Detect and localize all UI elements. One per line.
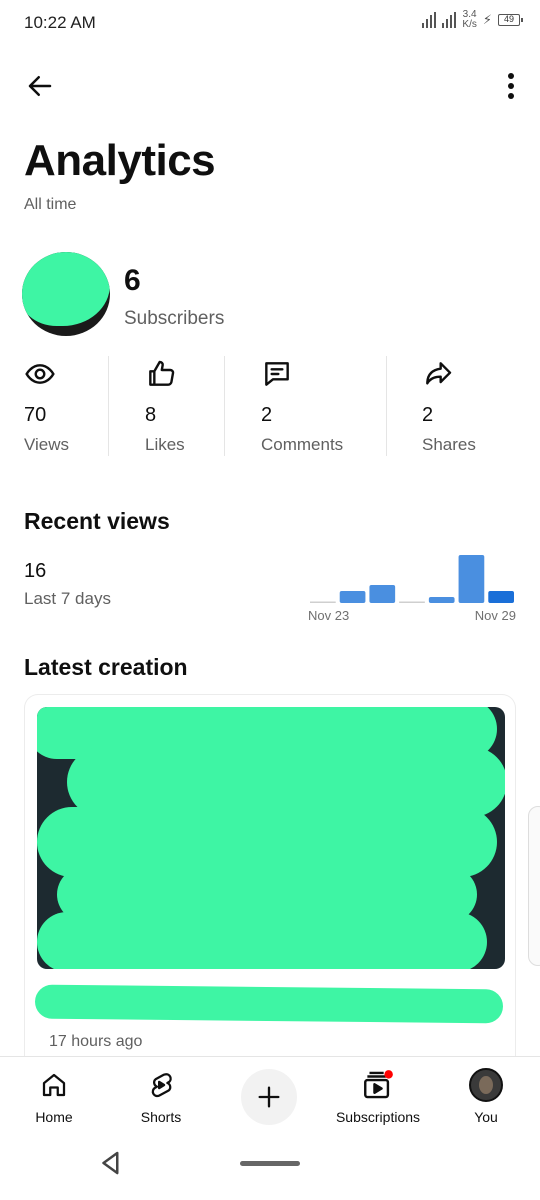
subscriber-label: Subscribers [124, 308, 225, 329]
divider [386, 356, 387, 456]
chart-tick-label-start: Nov 23 [308, 608, 349, 623]
channel-avatar [22, 252, 110, 336]
top-app-bar [0, 60, 540, 110]
signal-icon [422, 12, 437, 28]
recent-views-period: Last 7 days [24, 589, 111, 608]
redaction-scribble [22, 252, 110, 326]
nav-subscriptions[interactable]: Subscriptions [328, 1063, 428, 1127]
latest-creation-card[interactable]: 17 hours ago [24, 694, 516, 1074]
status-bar: 10:22 AM 3.4 K/s ⚡ 49 [0, 0, 540, 48]
create-button[interactable] [241, 1069, 297, 1125]
redaction-scribble [34, 984, 504, 1024]
shorts-icon [151, 1073, 172, 1098]
upload-time: 17 hours ago [49, 1033, 143, 1050]
plus-icon [258, 1086, 280, 1108]
bottom-navigation: Home Shorts Subscriptions You [0, 1056, 540, 1130]
nav-home-label: Home [35, 1109, 73, 1125]
stats-row: 70 Views 8 Likes 2 Comments 2 Shares [0, 356, 540, 456]
nav-you-label: You [474, 1109, 498, 1125]
thumbs-up-icon [149, 360, 175, 386]
views-label: Views [24, 435, 70, 454]
home-icon [42, 1073, 66, 1097]
latest-creation-title: Latest creation [24, 654, 188, 680]
share-icon [426, 362, 452, 385]
subscriber-count: 6 [124, 264, 141, 297]
chart-bar [428, 597, 455, 603]
nav-home[interactable]: Home [4, 1063, 104, 1127]
recent-views-chart[interactable]: Nov 23 Nov 29 [300, 545, 520, 627]
battery-icon: 49 [498, 14, 523, 26]
status-icons: 3.4 K/s ⚡ 49 [422, 10, 523, 30]
battery-level: 49 [503, 14, 514, 24]
system-back-icon[interactable] [96, 1148, 126, 1178]
nav-shorts[interactable]: Shorts [111, 1063, 211, 1127]
shares-value: 2 [422, 404, 434, 426]
chart-bar [458, 555, 485, 603]
likes-label: Likes [145, 435, 185, 454]
chart-bar [399, 601, 425, 603]
arrow-left-icon [28, 76, 52, 96]
divider [108, 356, 109, 456]
status-time: 10:22 AM [24, 13, 96, 32]
chart-bar [369, 585, 396, 603]
chart-tick-label-end: Nov 29 [475, 608, 516, 623]
recent-views-count: 16 [24, 560, 47, 582]
comment-icon [265, 362, 289, 386]
subscriptions-icon [364, 1070, 393, 1099]
page-title: Analytics [24, 136, 216, 185]
eye-icon [25, 364, 55, 384]
divider [224, 356, 225, 456]
system-home-pill[interactable] [240, 1161, 300, 1166]
views-value: 70 [24, 404, 47, 426]
chart-bar [488, 591, 514, 603]
more-vertical-icon [508, 73, 514, 99]
video-thumbnail[interactable] [37, 707, 505, 969]
system-navigation-bar [0, 1130, 540, 1200]
comments-value: 2 [261, 404, 273, 426]
chart-bar [339, 591, 366, 603]
nav-you[interactable]: You [436, 1063, 536, 1127]
nav-subscriptions-label: Subscriptions [335, 1109, 421, 1125]
date-range-label: All time [24, 196, 77, 213]
edge-panel-handle[interactable] [528, 806, 540, 966]
network-speed: 3.4 K/s [462, 10, 476, 30]
charging-icon: ⚡ [482, 12, 492, 27]
more-options-button[interactable] [496, 66, 526, 106]
likes-value: 8 [145, 404, 157, 426]
back-button[interactable] [20, 66, 60, 106]
comments-label: Comments [261, 435, 344, 454]
nav-shorts-label: Shorts [140, 1109, 182, 1125]
recent-views-title: Recent views [24, 508, 170, 534]
profile-avatar [469, 1068, 503, 1102]
chart-bar [310, 601, 336, 603]
redaction-scribble [37, 912, 487, 969]
shares-label: Shares [422, 435, 476, 454]
signal-icon-2 [442, 12, 457, 28]
network-speed-unit: K/s [462, 19, 477, 30]
